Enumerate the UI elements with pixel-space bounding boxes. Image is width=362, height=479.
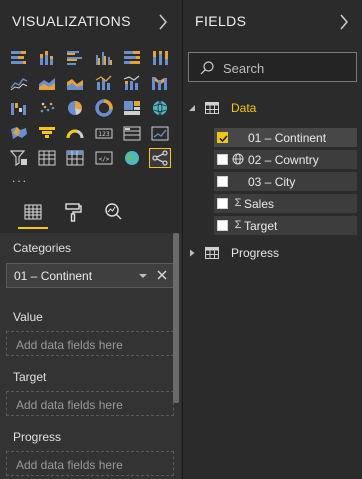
fields-tab-icon[interactable] (18, 199, 48, 229)
field-row-sales[interactable]: Σ Sales (214, 194, 357, 213)
field-row-country[interactable]: 02 – Cowntry (214, 150, 357, 169)
field-row-continent[interactable]: 01 – Continent (214, 128, 357, 147)
search-icon (200, 61, 214, 75)
visualizations-header: VISUALIZATIONS (0, 0, 181, 44)
visualizations-title: VISUALIZATIONS (12, 13, 131, 29)
checkbox[interactable] (217, 154, 228, 165)
treemap-icon[interactable] (121, 98, 143, 118)
donut-chart-icon[interactable] (93, 98, 115, 118)
field-name: 01 – Continent (248, 131, 327, 145)
format-paint-roller-icon[interactable] (58, 199, 88, 229)
checkbox[interactable] (217, 198, 228, 209)
map-icon[interactable] (149, 98, 171, 118)
clustered-bar-icon[interactable] (64, 48, 86, 68)
target-well-label: Target (13, 370, 47, 384)
table-name: Data (231, 101, 257, 115)
fields-pane: FIELDS Data 01 – Continent (182, 0, 362, 479)
pane-tabs (0, 195, 181, 233)
globe-icon[interactable] (121, 148, 143, 168)
filled-map-icon[interactable] (8, 123, 30, 143)
progress-well-label: Progress (13, 430, 62, 444)
svg-text:123: 123 (98, 131, 110, 138)
kpi-icon[interactable] (149, 123, 171, 143)
collapse-chevron-right-icon[interactable] (338, 12, 350, 32)
r-script-icon[interactable]: </> (93, 148, 115, 168)
clustered-column-icon[interactable] (93, 48, 115, 68)
field-name: 03 – City (248, 175, 296, 189)
line-chart-icon[interactable] (8, 73, 30, 93)
table-icon (205, 102, 219, 114)
field-row-target[interactable]: Σ Target (214, 216, 357, 235)
checkbox[interactable] (217, 176, 228, 187)
field-name: Sales (244, 197, 275, 211)
wells-scrollbar[interactable] (173, 233, 179, 403)
checkbox[interactable] (217, 220, 228, 231)
funnel-icon[interactable] (36, 123, 58, 143)
progress-well-dropzone[interactable]: Add data fields here (6, 451, 174, 476)
categories-field-pill[interactable]: 01 – Continent (6, 263, 174, 288)
collapse-chevron-right-icon[interactable] (157, 12, 169, 32)
close-icon[interactable] (156, 269, 168, 281)
line-clustered-column-icon[interactable] (93, 73, 115, 93)
checkmark-icon (219, 135, 228, 143)
field-name: 02 – Cowntry (248, 153, 319, 167)
field-wells: Categories 01 – Continent Value Add data… (0, 233, 181, 479)
pie-chart-icon[interactable] (64, 98, 86, 118)
categories-field-name: 01 – Continent (14, 269, 93, 283)
line-stacked-column-icon[interactable] (121, 73, 143, 93)
categories-well-label: Categories (13, 241, 72, 255)
network-custom-visual-icon[interactable] (149, 148, 171, 168)
field-row-city[interactable]: 03 – City (214, 172, 357, 191)
sigma-icon: Σ (234, 197, 242, 209)
matrix-icon[interactable] (64, 148, 86, 168)
svg-text:</>: </> (99, 156, 110, 163)
sigma-icon: Σ (234, 219, 242, 231)
value-well-label: Value (13, 310, 43, 324)
table-icon (205, 247, 219, 259)
stacked-column-icon[interactable] (36, 48, 58, 68)
table-node-data[interactable]: Data (183, 99, 362, 119)
stacked-area-icon[interactable] (64, 73, 86, 93)
collapsed-triangle-icon[interactable] (188, 249, 196, 257)
table-node-progress[interactable]: Progress (183, 244, 362, 264)
waterfall-chart-icon[interactable] (8, 98, 30, 118)
100-stacked-column-icon[interactable] (149, 48, 171, 68)
multi-row-card-icon[interactable] (121, 123, 143, 143)
table-name: Progress (231, 246, 280, 260)
more-visuals-ellipsis[interactable]: ... (12, 171, 28, 185)
scatter-chart-icon[interactable] (36, 98, 58, 118)
checkbox-checked[interactable] (217, 132, 228, 143)
value-well-dropzone[interactable]: Add data fields here (6, 331, 174, 356)
field-name: Target (244, 219, 278, 233)
card-icon[interactable]: 123 (93, 123, 115, 143)
target-well-dropzone[interactable]: Add data fields here (6, 391, 174, 416)
100-stacked-bar-icon[interactable] (121, 48, 143, 68)
chevron-down-icon[interactable] (139, 272, 147, 280)
ribbon-chart-icon[interactable] (149, 73, 171, 93)
fields-header: FIELDS (183, 0, 362, 44)
area-chart-icon[interactable] (36, 73, 58, 93)
slicer-icon[interactable] (8, 148, 30, 168)
analytics-magnifier-icon[interactable] (98, 199, 128, 229)
visualizations-pane: VISUALIZATIONS 123 </> ... Categories 01 … (0, 0, 181, 479)
stacked-bar-icon[interactable] (8, 48, 30, 68)
gauge-icon[interactable] (64, 123, 86, 143)
fields-search-box[interactable] (188, 52, 357, 82)
globe-icon (232, 153, 244, 165)
fields-title: FIELDS (195, 13, 247, 29)
expanded-triangle-icon[interactable] (188, 104, 196, 112)
table-icon[interactable] (36, 148, 58, 168)
search-input[interactable] (223, 59, 348, 77)
